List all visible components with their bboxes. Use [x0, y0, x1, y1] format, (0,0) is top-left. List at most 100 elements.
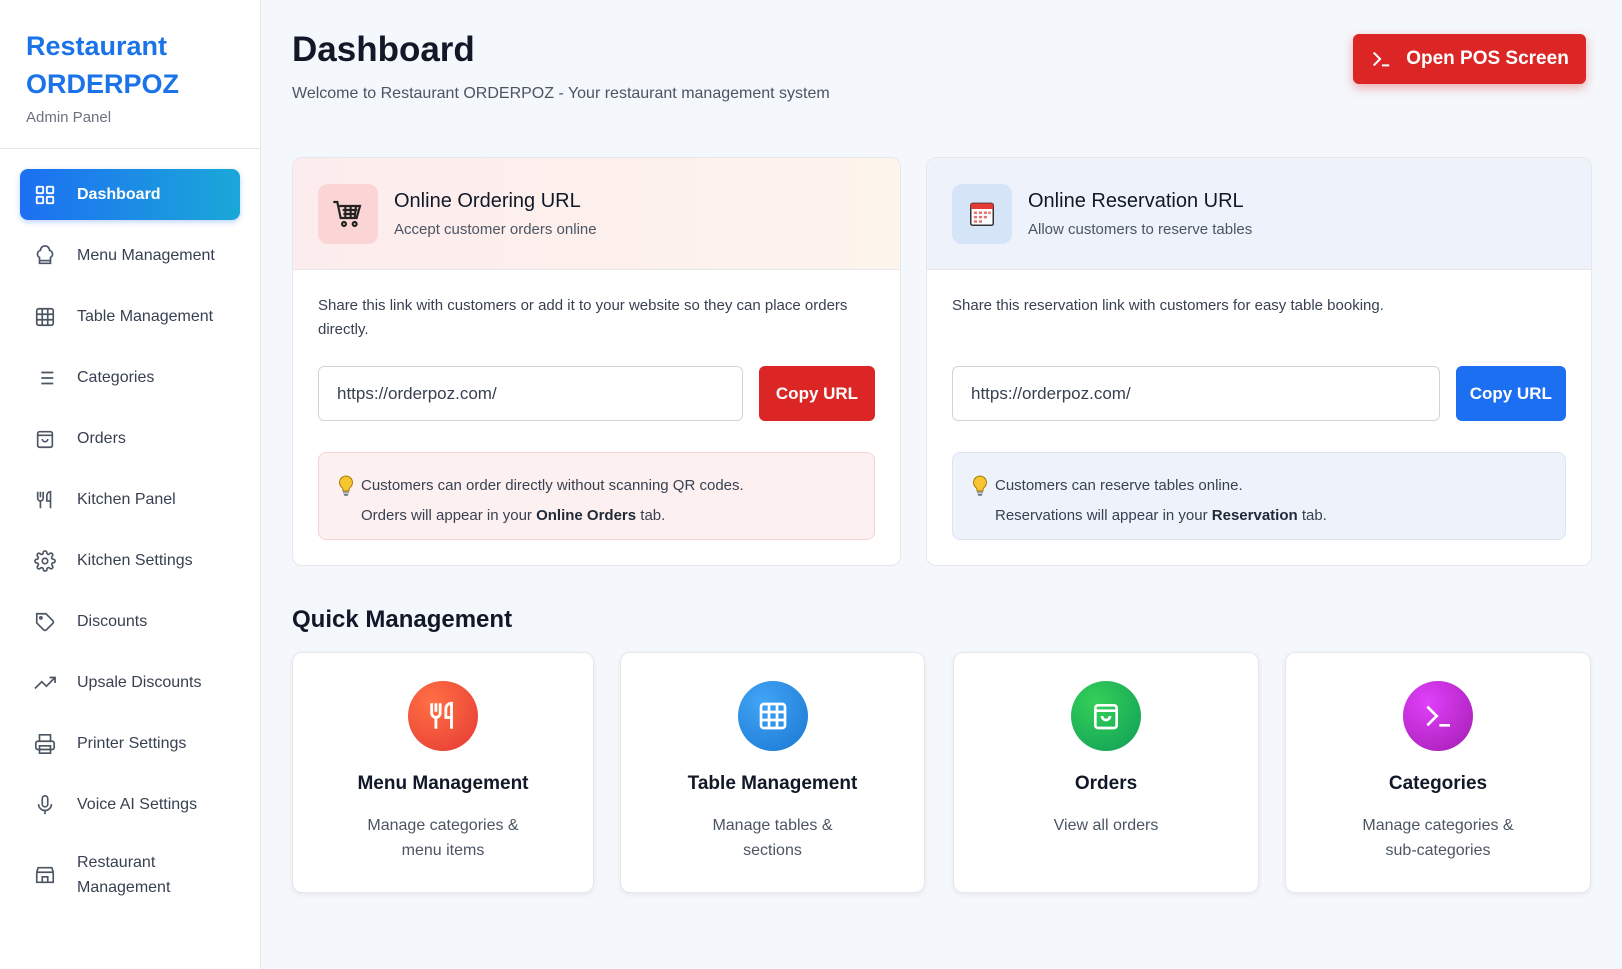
- bag-icon: [1071, 681, 1141, 751]
- trending-up-icon: [33, 671, 57, 695]
- online-ordering-tip: Customers can order directly without sca…: [318, 452, 875, 540]
- sidebar: Restaurant ORDERPOZ Admin Panel Dashboar…: [0, 0, 261, 969]
- tip-bold-text: Reservation: [1211, 507, 1298, 524]
- quick-management-title: Quick Management: [292, 606, 513, 633]
- online-ordering-body: Share this link with customers or add it…: [293, 270, 900, 564]
- utensils-icon: [33, 488, 57, 512]
- sidebar-item-table-management[interactable]: Table Management: [20, 291, 240, 342]
- online-reservation-header: Online Reservation URL Allow customers t…: [927, 158, 1591, 270]
- sidebar-item-label: Dashboard: [77, 185, 161, 203]
- lightbulb-icon: [971, 471, 993, 539]
- page-title: Dashboard: [292, 30, 475, 69]
- open-pos-button[interactable]: Open POS Screen: [1353, 34, 1586, 84]
- online-ordering-header: Online Ordering URL Accept customer orde…: [293, 158, 900, 270]
- brand: Restaurant ORDERPOZ Admin Panel: [0, 0, 260, 149]
- cart-icon: [318, 183, 378, 244]
- bag-icon: [33, 427, 57, 451]
- quick-card-description: Manage categories & menu items: [367, 817, 519, 859]
- quick-card-name: Menu Management: [357, 773, 529, 794]
- online-reservation-card: Online Reservation URL Allow customers t…: [926, 157, 1592, 566]
- online-reservation-body: Share this reservation link with custome…: [927, 270, 1591, 564]
- sidebar-item-menu-management[interactable]: Menu Management: [20, 230, 240, 281]
- grid-icon: [33, 183, 57, 207]
- sidebar-item-label: Restaurant Management: [77, 850, 170, 900]
- main-content: Dashboard Welcome to Restaurant ORDERPOZ…: [262, 0, 1622, 969]
- sidebar-item-dashboard[interactable]: Dashboard: [20, 169, 240, 220]
- sidebar-item-categories[interactable]: Categories: [20, 352, 240, 403]
- online-ordering-title: Online Ordering URL: [394, 189, 581, 212]
- list-icon: [33, 366, 57, 390]
- online-ordering-description: Share this link with customers or add it…: [318, 297, 848, 338]
- tip-text: Reservations will appear in your: [995, 507, 1212, 524]
- printer-icon: [33, 732, 57, 756]
- online-reservation-tip-line2: Reservations will appear in your Reserva…: [995, 501, 1327, 531]
- quick-card-description: Manage categories & sub-categories: [1362, 817, 1514, 859]
- sidebar-item-label: Table Management: [77, 307, 214, 325]
- online-ordering-card: Online Ordering URL Accept customer orde…: [292, 157, 901, 566]
- online-reservation-url-row: Copy URL: [952, 366, 1566, 421]
- sidebar-item-restaurant-management[interactable]: Restaurant Management: [20, 840, 240, 910]
- sidebar-item-label-line1: Restaurant: [77, 854, 156, 871]
- sidebar-item-label: Categories: [77, 368, 155, 386]
- sidebar-item-voice-ai-settings[interactable]: Voice AI Settings: [20, 779, 240, 830]
- calendar-icon: [952, 183, 1012, 244]
- tip-text: tab.: [636, 507, 666, 524]
- quick-card-name: Categories: [1388, 773, 1488, 794]
- online-reservation-description: Share this reservation link with custome…: [952, 297, 1384, 314]
- sidebar-item-label: Menu Management: [77, 246, 215, 264]
- page-subtitle: Welcome to Restaurant ORDERPOZ - Your re…: [292, 85, 830, 102]
- table-grid-icon: [737, 681, 808, 751]
- brand-subtitle: Admin Panel: [26, 109, 112, 126]
- sidebar-item-label: Discounts: [77, 612, 148, 630]
- sidebar-item-upsale-discounts[interactable]: Upsale Discounts: [20, 657, 240, 708]
- tip-bold-text: Online Orders: [536, 507, 637, 524]
- sidebar-item-label-line2: Management: [77, 879, 171, 896]
- online-reservation-subtitle: Allow customers to reserve tables: [1028, 220, 1253, 238]
- sidebar-nav: Dashboard Menu Management Table Manageme…: [0, 149, 260, 940]
- online-reservation-title: Online Reservation URL: [1028, 189, 1244, 212]
- tip-text: Orders will appear in your: [361, 507, 537, 524]
- brand-title-line1: Restaurant: [26, 31, 168, 61]
- store-icon: [33, 863, 57, 887]
- quick-card-table-management[interactable]: Table Management Manage tables & section…: [620, 652, 925, 893]
- online-ordering-subtitle: Accept customer orders online: [394, 220, 597, 238]
- sidebar-item-label: Orders: [77, 429, 126, 447]
- gear-icon: [33, 549, 57, 573]
- sidebar-item-kitchen-settings[interactable]: Kitchen Settings: [20, 535, 240, 586]
- chef-hat-icon: [33, 244, 57, 268]
- quick-card-description: Manage tables & sections: [712, 817, 833, 859]
- online-ordering-tip-line2: Orders will appear in your Online Orders…: [361, 501, 744, 531]
- tag-icon: [33, 610, 57, 634]
- quick-card-categories[interactable]: Categories Manage categories & sub-categ…: [1285, 652, 1591, 893]
- lightbulb-icon: [337, 471, 359, 539]
- sidebar-item-kitchen-panel[interactable]: Kitchen Panel: [20, 474, 240, 525]
- copy-ordering-url-button[interactable]: Copy URL: [759, 366, 875, 421]
- quick-card-name: Orders: [1074, 773, 1138, 794]
- online-reservation-url-input[interactable]: [952, 366, 1440, 421]
- terminal-icon: [1403, 681, 1473, 751]
- sidebar-item-printer-settings[interactable]: Printer Settings: [20, 718, 240, 769]
- microphone-icon: [33, 793, 57, 817]
- brand-title-line2: ORDERPOZ: [26, 69, 180, 99]
- sidebar-item-discounts[interactable]: Discounts: [20, 596, 240, 647]
- sidebar-item-label: Upsale Discounts: [77, 673, 202, 691]
- sidebar-item-label: Voice AI Settings: [77, 795, 198, 813]
- online-ordering-url-input[interactable]: [318, 366, 743, 421]
- online-reservation-tip-line1: Customers can reserve tables online.: [995, 477, 1243, 494]
- quick-card-menu-management[interactable]: Menu Management Manage categories & menu…: [292, 652, 594, 893]
- sidebar-item-label: Kitchen Settings: [77, 551, 193, 569]
- terminal-icon: [1370, 48, 1392, 70]
- open-pos-label: Open POS Screen: [1406, 48, 1569, 69]
- quick-card-name: Table Management: [687, 773, 858, 794]
- online-ordering-url-row: Copy URL: [318, 366, 875, 421]
- sidebar-item-label: Kitchen Panel: [77, 490, 176, 508]
- quick-card-description: View all orders: [1053, 817, 1159, 834]
- sidebar-item-orders[interactable]: Orders: [20, 413, 240, 464]
- sidebar-item-label: Printer Settings: [77, 734, 187, 752]
- tip-text: tab.: [1297, 507, 1327, 524]
- table-grid-icon: [33, 305, 57, 329]
- online-ordering-tip-line1: Customers can order directly without sca…: [361, 477, 744, 494]
- quick-card-orders[interactable]: Orders View all orders: [953, 652, 1259, 893]
- copy-reservation-url-button[interactable]: Copy URL: [1455, 366, 1566, 421]
- online-reservation-tip: Customers can reserve tables online. Res…: [952, 452, 1566, 540]
